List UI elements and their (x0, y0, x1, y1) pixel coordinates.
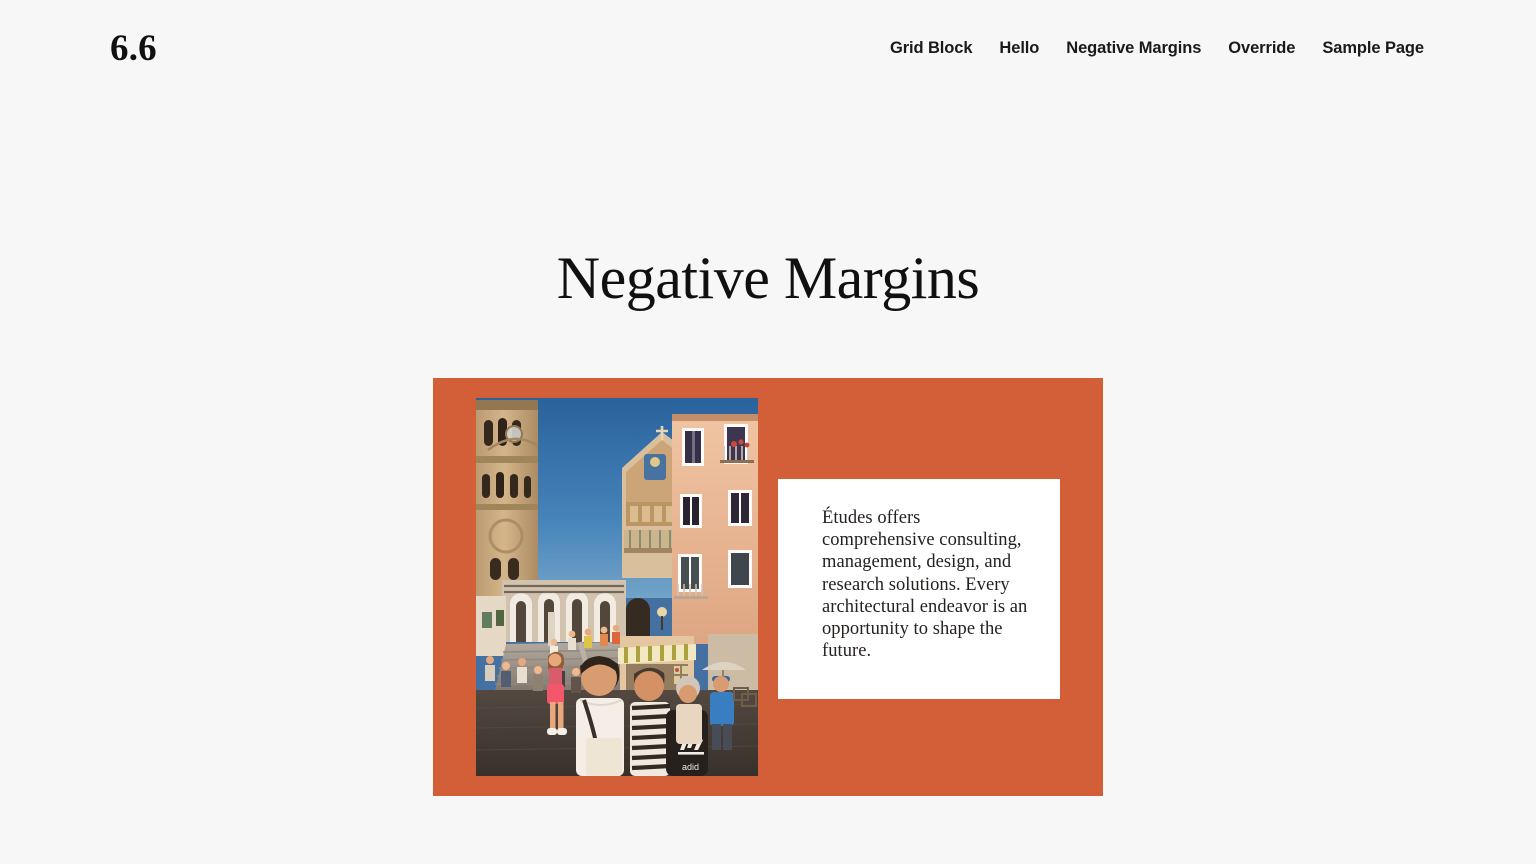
nav-item-sample-page[interactable]: Sample Page (1322, 39, 1424, 58)
page-title: Negative Margins (556, 245, 980, 311)
site-header: 6.6 Grid Block Hello Negative Margins Ov… (0, 0, 1536, 96)
site-title[interactable]: 6.6 (110, 30, 157, 67)
amalfi-photo-illustration: adid (476, 398, 758, 776)
nav-item-grid-block[interactable]: Grid Block (890, 39, 973, 58)
cover-card-paragraph: Études offers comprehensive consulting, … (822, 508, 1028, 662)
page-root: 6.6 Grid Block Hello Negative Margins Ov… (0, 0, 1536, 864)
nav-item-hello[interactable]: Hello (999, 39, 1039, 58)
cover-text-card: Études offers comprehensive consulting, … (778, 479, 1060, 699)
cover-panel: adid Études offers comprehensive consult… (433, 378, 1103, 796)
cover-image: adid (476, 398, 758, 776)
main-navigation: Grid Block Hello Negative Margins Overri… (890, 39, 1424, 58)
nav-item-override[interactable]: Override (1228, 39, 1295, 58)
nav-item-negative-margins[interactable]: Negative Margins (1066, 39, 1201, 58)
